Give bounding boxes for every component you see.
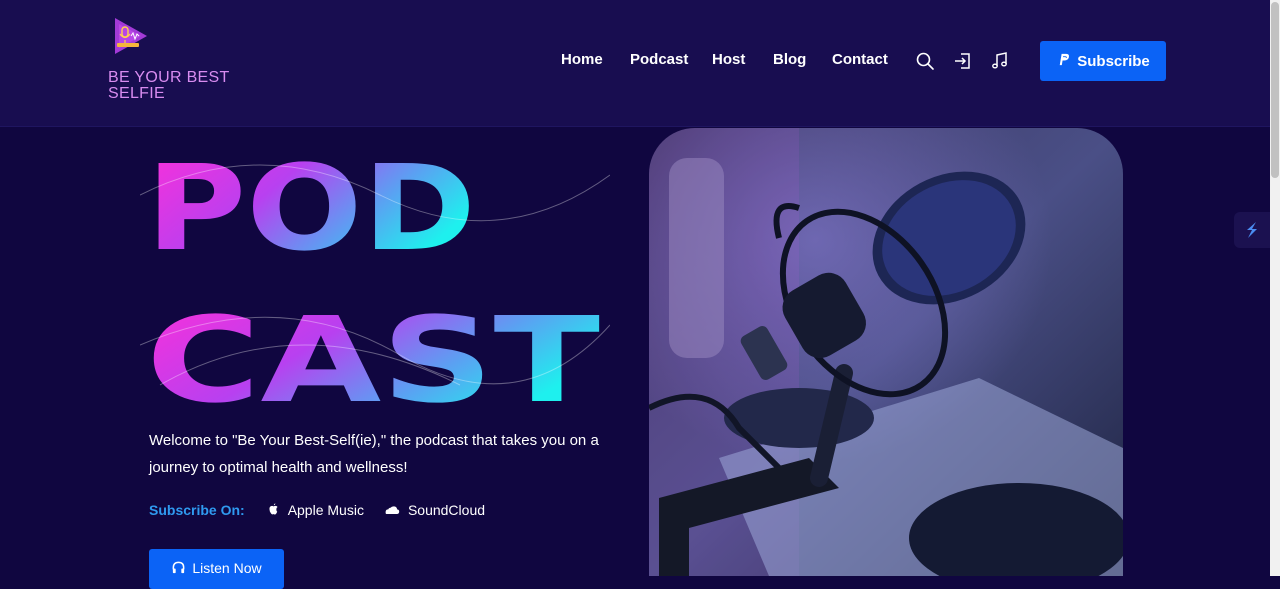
listen-now-button[interactable]: Listen Now bbox=[149, 549, 284, 589]
hero-intro: Welcome to "Be Your Best-Self(ie)," the … bbox=[149, 432, 599, 476]
soundcloud-label: SoundCloud bbox=[407, 502, 486, 518]
soundcloud-link[interactable]: SoundCloud bbox=[384, 502, 485, 518]
subscribe-button[interactable]: Subscribe bbox=[1040, 41, 1166, 81]
page-scrollbar[interactable] bbox=[1270, 0, 1280, 576]
apple-music-link[interactable]: Apple Music bbox=[267, 502, 364, 519]
soundcloud-icon bbox=[384, 502, 400, 518]
side-widget-tab[interactable] bbox=[1234, 212, 1270, 248]
nav-host[interactable]: Host bbox=[712, 51, 745, 68]
lightning-icon bbox=[1247, 222, 1257, 238]
nav-blog[interactable]: Blog bbox=[773, 51, 806, 68]
login-icon[interactable] bbox=[953, 51, 973, 71]
hero-title-line1: POD bbox=[146, 139, 476, 277]
apple-music-label: Apple Music bbox=[287, 502, 364, 518]
music-note-icon[interactable] bbox=[990, 51, 1010, 71]
headphones-icon bbox=[171, 560, 186, 578]
hero-title-graphic: POD CAST bbox=[140, 139, 610, 415]
search-icon[interactable] bbox=[915, 51, 935, 71]
microphone-photo bbox=[649, 128, 1123, 576]
apple-icon bbox=[267, 502, 280, 519]
brand-name[interactable]: BE YOUR BEST SELFIE bbox=[108, 70, 258, 102]
listen-now-label: Listen Now bbox=[192, 560, 262, 576]
logo-icon[interactable] bbox=[111, 16, 151, 56]
nav-podcast[interactable]: Podcast bbox=[630, 51, 688, 68]
scrollbar-thumb[interactable] bbox=[1271, 2, 1279, 178]
nav-home[interactable]: Home bbox=[561, 51, 603, 68]
subscribe-on-label: Subscribe On: bbox=[149, 502, 245, 518]
subscribe-label: Subscribe bbox=[1077, 52, 1150, 70]
nav-contact[interactable]: Contact bbox=[832, 51, 888, 68]
subscribe-on-row: Subscribe On: Apple Music SoundCloud bbox=[149, 500, 505, 520]
site-header: BE YOUR BEST SELFIE Home Podcast Host Bl… bbox=[0, 0, 1270, 127]
paypal-icon bbox=[1056, 52, 1071, 71]
